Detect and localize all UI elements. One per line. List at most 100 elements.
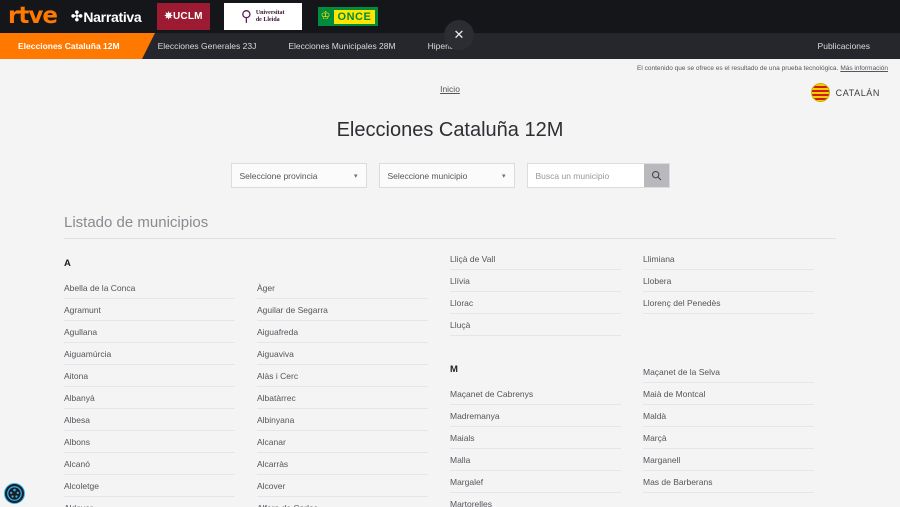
municipality-item[interactable]: Albanyà xyxy=(64,387,235,409)
breadcrumb-inicio[interactable]: Inicio xyxy=(0,84,900,94)
letter-heading: M xyxy=(450,336,621,383)
municipality-item[interactable]: Alfara de Carles xyxy=(257,497,428,507)
language-label: CATALÁN xyxy=(836,88,880,98)
language-switcher[interactable]: CATALÁN xyxy=(811,83,880,102)
municipality-item[interactable]: Alcover xyxy=(257,475,428,497)
municipality-item[interactable]: Llimiana xyxy=(643,248,814,270)
letter-heading xyxy=(643,314,814,361)
listing-title: Listado de municipios xyxy=(64,214,836,239)
municipality-item[interactable]: Alcarràs xyxy=(257,453,428,475)
nav-item-label: Elecciones Municipales 28M xyxy=(288,41,395,51)
municipality-item[interactable]: Aldover xyxy=(64,497,235,507)
province-select-value: Seleccione provincia xyxy=(240,171,318,181)
search-icon xyxy=(651,170,662,181)
page-title: Elecciones Cataluña 12M xyxy=(0,119,900,142)
municipality-item[interactable]: Maçanet de la Selva xyxy=(643,361,814,383)
listing-column: Lliçà de VallLlíviaLloracLluçàMMaçanet d… xyxy=(450,248,643,507)
narrativa-label: Narrativa xyxy=(83,9,141,25)
municipality-item[interactable]: Aguilar de Segarra xyxy=(257,299,428,321)
nav-item-label: Publicaciones xyxy=(818,41,870,51)
listing-columns: AAbella de la ConcaAgramuntAgullanaAigua… xyxy=(64,248,836,507)
municipality-item[interactable]: Albesa xyxy=(64,409,235,431)
municipality-item[interactable]: Albons xyxy=(64,431,235,453)
uclm-label: UCLM xyxy=(173,11,203,22)
municipality-search xyxy=(527,163,670,188)
close-icon[interactable]: ✕ xyxy=(444,20,474,50)
municipality-item[interactable]: Alcanó xyxy=(64,453,235,475)
municipality-select-value: Seleccione municipio xyxy=(388,171,468,181)
narrativa-logo[interactable]: ✣Narrativa xyxy=(71,8,141,25)
municipality-item[interactable]: Maçanet de Cabrenys xyxy=(450,383,621,405)
narrativa-mark-icon: ✣ xyxy=(71,8,82,25)
accessibility-icon xyxy=(7,486,22,501)
municipality-item[interactable]: Alcanar xyxy=(257,431,428,453)
listing-column: ÀgerAguilar de SegarraAiguafredaAiguaviv… xyxy=(257,248,450,507)
municipality-item[interactable]: Àger xyxy=(257,277,428,299)
chevron-down-icon: ▾ xyxy=(502,172,506,180)
municipality-item[interactable]: Maldà xyxy=(643,405,814,427)
uclm-logo[interactable]: ✵UCLM xyxy=(157,3,209,30)
once-figure-icon: ♔ xyxy=(321,11,331,22)
municipality-item[interactable]: Lliçà de Vall xyxy=(450,248,621,270)
municipality-item[interactable]: Abella de la Conca xyxy=(64,277,235,299)
search-input[interactable] xyxy=(528,164,644,187)
municipality-item[interactable]: Martorelles xyxy=(450,493,621,507)
once-label: ONCE xyxy=(334,10,376,24)
municipality-item[interactable]: Albinyana xyxy=(257,409,428,431)
municipality-item[interactable]: Llívia xyxy=(450,270,621,292)
udl-crest-icon: ⚲ xyxy=(241,9,252,24)
nav-item-publicaciones[interactable]: Publicaciones xyxy=(802,33,900,59)
municipality-item[interactable]: Malla xyxy=(450,449,621,471)
nav-item-elecciones-cataluna[interactable]: Elecciones Cataluña 12M xyxy=(0,33,142,59)
chevron-down-icon: ▾ xyxy=(354,172,358,180)
nav-spacer xyxy=(471,33,802,59)
disclaimer-more-info-link[interactable]: Más información xyxy=(840,65,888,72)
municipality-select[interactable]: Seleccione municipio ▾ xyxy=(379,163,515,188)
municipality-item[interactable]: Mas de Barberans xyxy=(643,471,814,493)
municipality-item[interactable]: Marganell xyxy=(643,449,814,471)
nav-item-elecciones-generales[interactable]: Elecciones Generales 23J xyxy=(142,33,273,59)
udl-line-1: Universitat xyxy=(256,10,285,16)
municipality-item[interactable]: Maials xyxy=(450,427,621,449)
municipality-item[interactable]: Aiguafreda xyxy=(257,321,428,343)
listing-column: AAbella de la ConcaAgramuntAgullanaAigua… xyxy=(64,248,257,507)
nav-item-label: Elecciones Generales 23J xyxy=(158,41,257,51)
municipality-item[interactable]: Aiguamúrcia xyxy=(64,343,235,365)
filter-row: Seleccione provincia ▾ Seleccione munici… xyxy=(0,163,900,188)
municipality-item[interactable]: Marçà xyxy=(643,427,814,449)
municipality-item[interactable]: Albatàrrec xyxy=(257,387,428,409)
municipality-item[interactable]: Llorenç del Penedès xyxy=(643,292,814,314)
province-select[interactable]: Seleccione provincia ▾ xyxy=(231,163,367,188)
municipality-item[interactable]: Agramunt xyxy=(64,299,235,321)
municipality-item[interactable]: Maià de Montcal xyxy=(643,383,814,405)
municipality-item[interactable]: Llorac xyxy=(450,292,621,314)
search-button[interactable] xyxy=(644,164,669,187)
municipality-item[interactable]: Aitona xyxy=(64,365,235,387)
letter-heading xyxy=(257,248,428,277)
municipality-item[interactable]: Agullana xyxy=(64,321,235,343)
nav-item-label: Elecciones Cataluña 12M xyxy=(18,41,120,51)
tech-disclaimer: El contenido que se ofrece es el resulta… xyxy=(0,59,900,77)
municipality-listing: Listado de municipios AAbella de la Conc… xyxy=(64,214,836,507)
municipality-item[interactable]: Alàs i Cerc xyxy=(257,365,428,387)
catalan-flag-icon xyxy=(811,83,830,102)
municipality-item[interactable]: Lluçà xyxy=(450,314,621,336)
municipality-item[interactable]: Alcoletge xyxy=(64,475,235,497)
listing-column: LlimianaLloberaLlorenç del Penedès Maçan… xyxy=(643,248,836,507)
nav-item-elecciones-municipales[interactable]: Elecciones Municipales 28M xyxy=(272,33,411,59)
municipality-item[interactable]: Madremanya xyxy=(450,405,621,427)
disclaimer-text: El contenido que se ofrece es el resulta… xyxy=(637,65,838,72)
once-logo[interactable]: ♔ ONCE xyxy=(318,7,379,26)
accessibility-widget-button[interactable] xyxy=(4,483,25,504)
municipality-item[interactable]: Aiguaviva xyxy=(257,343,428,365)
udl-line-2: de Lleida xyxy=(256,17,280,23)
rtve-logo[interactable]: rtve xyxy=(8,5,57,28)
municipality-item[interactable]: Margalef xyxy=(450,471,621,493)
municipality-item[interactable]: Llobera xyxy=(643,270,814,292)
letter-heading: A xyxy=(64,248,235,277)
subheader: Inicio CATALÁN xyxy=(0,77,900,109)
universitat-de-lleida-logo[interactable]: ⚲ Universitat de Lleida xyxy=(224,3,302,30)
udl-label: Universitat de Lleida xyxy=(256,10,285,24)
top-logo-bar: rtve ✣Narrativa ✵UCLM ⚲ Universitat de L… xyxy=(0,0,900,33)
uclm-mark-icon: ✵ xyxy=(164,11,173,22)
